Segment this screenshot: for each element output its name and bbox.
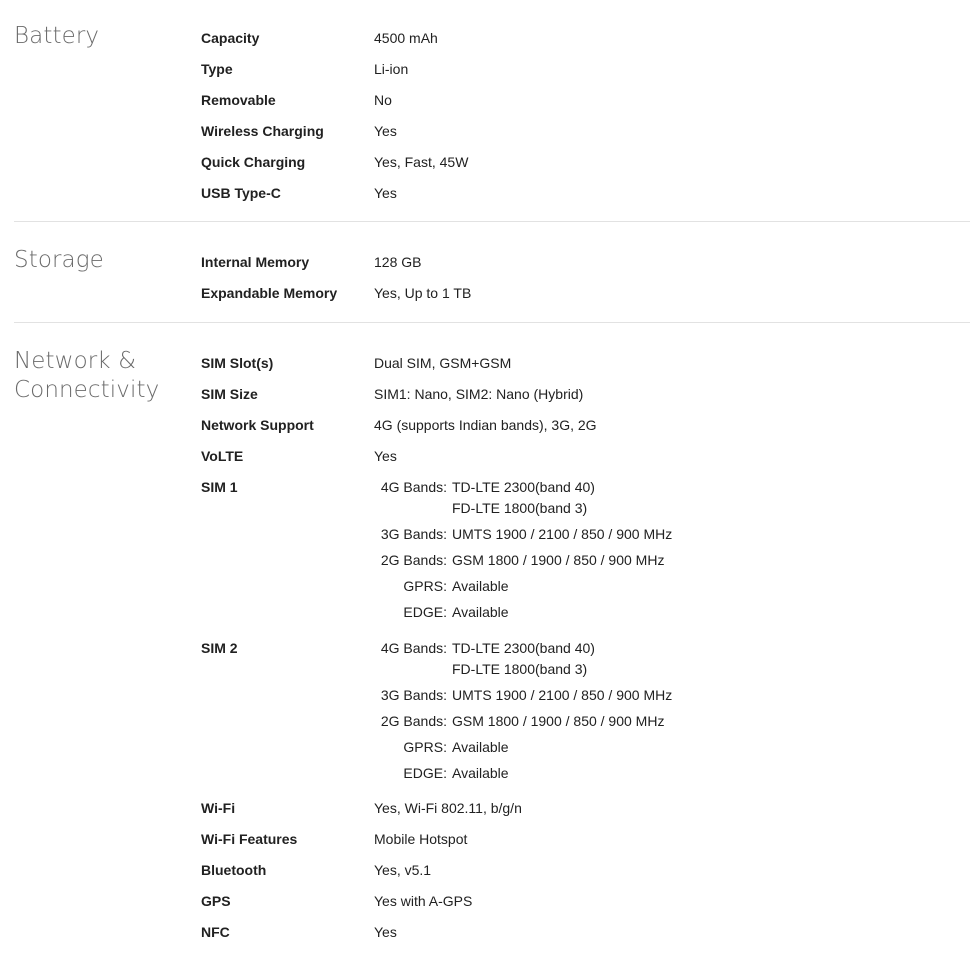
- section-divider: [14, 221, 970, 222]
- sim1-key: SIM 1: [201, 479, 238, 495]
- band-label: 4G Bands:: [380, 479, 447, 495]
- storage-section-title: Storage: [14, 247, 104, 273]
- spec-row-bluetooth: Bluetooth Yes, v5.1: [201, 861, 961, 892]
- band-value: UMTS 1900 / 2100 / 850 / 900 MHz: [452, 526, 673, 542]
- spec-value: Dual SIM, GSM+GSM: [374, 355, 512, 371]
- spec-key: VoLTE: [201, 448, 244, 464]
- spec-value: Yes with A-GPS: [374, 893, 473, 909]
- band-value: Available: [452, 578, 509, 594]
- band-value: Available: [452, 604, 509, 620]
- sim2-key: SIM 2: [201, 640, 238, 656]
- band-value: Available: [452, 739, 509, 755]
- spec-key: Wi-Fi: [201, 800, 236, 816]
- spec-key: NFC: [201, 924, 230, 940]
- spec-value: Yes: [374, 448, 397, 464]
- spec-value: 4500 mAh: [374, 30, 438, 46]
- band-value: TD-LTE 2300(band 40): [452, 640, 595, 656]
- spec-key: Wi-Fi Features: [201, 831, 298, 847]
- spec-row-quick-charging: Quick Charging Yes, Fast, 45W: [201, 153, 961, 184]
- spec-key: Wireless Charging: [201, 123, 324, 139]
- spec-row-type: Type Li-ion: [201, 60, 961, 91]
- band-label: 3G Bands:: [380, 687, 447, 703]
- spec-value: Yes, Wi-Fi 802.11, b/g/n: [374, 800, 522, 816]
- spec-row-wifi: Wi-Fi Yes, Wi-Fi 802.11, b/g/n: [201, 799, 961, 830]
- band-value: FD-LTE 1800(band 3): [452, 661, 588, 677]
- battery-section-title: Battery: [14, 23, 100, 49]
- spec-row-nfc: NFC Yes: [201, 923, 961, 954]
- section-divider: [14, 322, 970, 323]
- spec-key: Capacity: [201, 30, 260, 46]
- spec-value: Yes: [374, 123, 397, 139]
- network-title-line1: Network &: [14, 348, 137, 374]
- spec-value: Li-ion: [374, 61, 409, 77]
- band-value: TD-LTE 2300(band 40): [452, 479, 595, 495]
- spec-value: SIM1: Nano, SIM2: Nano (Hybrid): [374, 386, 584, 402]
- band-value: GSM 1800 / 1900 / 850 / 900 MHz: [452, 713, 665, 729]
- spec-row-internal-memory: Internal Memory 128 GB: [201, 253, 961, 284]
- spec-key: Type: [201, 61, 233, 77]
- spec-row-wifi-features: Wi-Fi Features Mobile Hotspot: [201, 830, 961, 861]
- spec-row-volte: VoLTE Yes: [201, 447, 961, 478]
- spec-row-network-support: Network Support 4G (supports Indian band…: [201, 416, 961, 447]
- band-label: 2G Bands:: [380, 713, 447, 729]
- band-label: 2G Bands:: [380, 552, 447, 568]
- band-value: FD-LTE 1800(band 3): [452, 500, 588, 516]
- band-label: EDGE:: [403, 765, 447, 781]
- spec-row-wireless-charging: Wireless Charging Yes: [201, 122, 961, 153]
- spec-value: Yes, Up to 1 TB: [374, 285, 472, 301]
- spec-value: Yes, Fast, 45W: [374, 154, 469, 170]
- spec-value: No: [374, 92, 392, 108]
- band-value: Available: [452, 765, 509, 781]
- spec-row-expandable-memory: Expandable Memory Yes, Up to 1 TB: [201, 284, 961, 315]
- sim2-bands-block: SIM 2 4G Bands: TD-LTE 2300(band 40) FD-…: [201, 638, 961, 788]
- spec-key: Internal Memory: [201, 254, 310, 270]
- spec-key: Expandable Memory: [201, 285, 338, 301]
- spec-value: Mobile Hotspot: [374, 831, 468, 847]
- spec-value: 128 GB: [374, 254, 422, 270]
- spec-row-capacity: Capacity 4500 mAh: [201, 29, 961, 60]
- spec-key: Quick Charging: [201, 154, 306, 170]
- band-label: EDGE:: [403, 604, 447, 620]
- spec-key: USB Type-C: [201, 185, 281, 201]
- spec-row-usb-type-c: USB Type-C Yes: [201, 184, 961, 215]
- spec-row-removable: Removable No: [201, 91, 961, 122]
- band-value: UMTS 1900 / 2100 / 850 / 900 MHz: [452, 687, 673, 703]
- spec-row-gps: GPS Yes with A-GPS: [201, 892, 961, 923]
- spec-value: Yes: [374, 924, 397, 940]
- spec-key: SIM Size: [201, 386, 258, 402]
- network-title-line2: Connectivity: [14, 377, 160, 403]
- band-label: 4G Bands:: [380, 640, 447, 656]
- spec-value: Yes: [374, 185, 397, 201]
- sim1-bands-block: SIM 1 4G Bands: TD-LTE 2300(band 40) FD-…: [201, 477, 961, 627]
- band-value: GSM 1800 / 1900 / 850 / 900 MHz: [452, 552, 665, 568]
- spec-key: Removable: [201, 92, 276, 108]
- spec-row-sim-size: SIM Size SIM1: Nano, SIM2: Nano (Hybrid): [201, 385, 961, 416]
- network-section-title: Network & Connectivity: [14, 347, 194, 405]
- band-label: GPRS:: [403, 578, 447, 594]
- spec-key: Bluetooth: [201, 862, 267, 878]
- band-label: 3G Bands:: [380, 526, 447, 542]
- spec-row-sim-slots: SIM Slot(s) Dual SIM, GSM+GSM: [201, 354, 961, 385]
- band-label: GPRS:: [403, 739, 447, 755]
- spec-value: 4G (supports Indian bands), 3G, 2G: [374, 417, 597, 433]
- spec-value: Yes, v5.1: [374, 862, 432, 878]
- spec-key: GPS: [201, 893, 231, 909]
- spec-key: SIM Slot(s): [201, 355, 274, 371]
- spec-key: Network Support: [201, 417, 314, 433]
